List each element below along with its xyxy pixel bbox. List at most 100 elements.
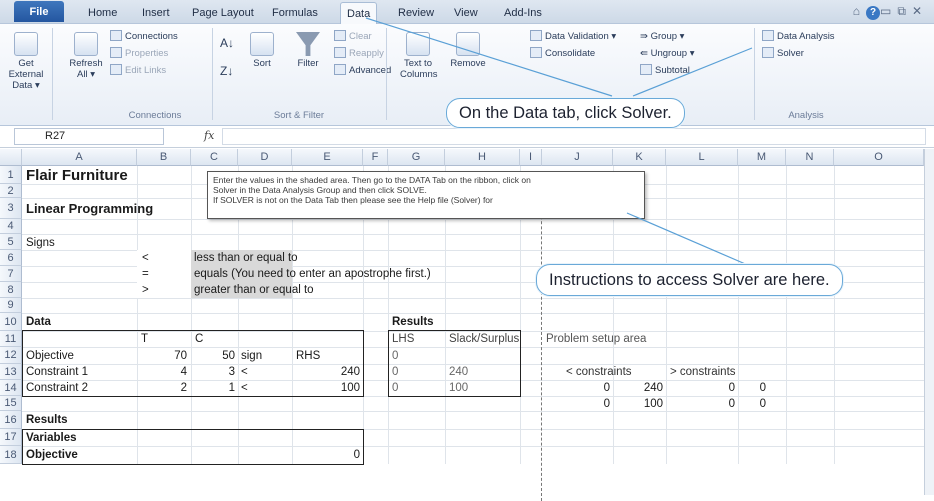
column-header[interactable]: H (445, 149, 520, 166)
signs-label[interactable]: Signs (26, 235, 55, 251)
row-header[interactable]: 16 (0, 411, 22, 429)
setup-m13[interactable]: 0 (738, 380, 766, 396)
insert-function-icon[interactable]: fx (204, 129, 214, 142)
header-t[interactable]: T (141, 331, 148, 347)
column-header[interactable]: L (666, 149, 738, 166)
column-header[interactable]: N (786, 149, 834, 166)
results-header[interactable]: Results (392, 314, 434, 330)
tab-review[interactable]: Review (392, 2, 440, 24)
row-header[interactable]: 8 (0, 282, 22, 298)
column-header[interactable]: F (363, 149, 388, 166)
column-header[interactable]: K (613, 149, 666, 166)
connections-button[interactable]: Connections (110, 30, 178, 44)
properties-button[interactable]: Properties (110, 47, 168, 61)
tab-page-layout[interactable]: Page Layout (186, 2, 260, 24)
tab-home[interactable]: Home (82, 2, 123, 24)
sign-eq-description[interactable]: equals (You need to enter an apostrophe … (194, 266, 431, 282)
row-header[interactable]: 9 (0, 298, 22, 313)
data-label[interactable]: Data (26, 314, 51, 330)
solver-button[interactable]: Solver (762, 47, 804, 61)
clear-button[interactable]: Clear (334, 30, 372, 44)
sort-a-z-icon[interactable]: A↓ (220, 36, 234, 50)
tab-file[interactable]: File (14, 1, 64, 22)
column-header[interactable]: I (520, 149, 542, 166)
sign-gt-description[interactable]: greater than or equal to (194, 282, 314, 298)
data-analysis-button[interactable]: Data Analysis (762, 30, 835, 44)
column-header[interactable]: E (292, 149, 363, 166)
column-header[interactable]: M (738, 149, 786, 166)
row-header[interactable]: 2 (0, 184, 22, 198)
row-header[interactable]: 1 (0, 166, 22, 184)
objective-result-label[interactable]: Objective (26, 447, 78, 463)
setup-j13[interactable]: 0 (542, 380, 610, 396)
setup-k14[interactable]: 100 (613, 396, 663, 412)
column-header[interactable]: G (388, 149, 445, 166)
row-header[interactable]: 18 (0, 446, 22, 464)
setup-l14[interactable]: 0 (666, 396, 735, 412)
row-header[interactable]: 17 (0, 429, 22, 446)
results-label[interactable]: Results (26, 412, 68, 428)
slack-surplus-header[interactable]: Slack/Surplus (449, 331, 519, 347)
row-header[interactable]: 15 (0, 396, 22, 411)
column-header[interactable]: O (834, 149, 924, 166)
row-header[interactable]: 11 (0, 331, 22, 347)
row-header[interactable]: 7 (0, 266, 22, 282)
sign-lt-description[interactable]: less than or equal to (194, 250, 298, 266)
sign-gt[interactable]: > (142, 282, 149, 298)
slack-constraint-1[interactable]: 240 (449, 364, 468, 380)
consolidate-button[interactable]: Consolidate (530, 47, 595, 61)
name-box[interactable]: R27 (14, 128, 164, 145)
column-header[interactable]: D (238, 149, 292, 166)
filter-button[interactable]: Filter (292, 32, 324, 69)
get-external-data-button[interactable]: Get External Data ▾ (2, 32, 50, 91)
row-header[interactable]: 5 (0, 234, 22, 250)
lhs-constraint-2[interactable]: 0 (392, 380, 398, 396)
minimize-ribbon-icon[interactable]: ⌂ (853, 4, 866, 18)
header-c[interactable]: C (195, 331, 203, 347)
minimize-icon[interactable]: ▭ (880, 4, 897, 18)
constraint-1-sign[interactable]: < (241, 364, 248, 380)
constraint-2-label[interactable]: Constraint 2 (26, 380, 88, 396)
objective-c-value[interactable]: 50 (191, 348, 235, 364)
constraint-1-t[interactable]: 4 (137, 364, 187, 380)
row-header[interactable]: 14 (0, 380, 22, 396)
sign-column-header[interactable]: sign (241, 348, 262, 364)
constraint-1-c[interactable]: 3 (191, 364, 235, 380)
setup-j14[interactable]: 0 (542, 396, 610, 412)
slack-constraint-2[interactable]: 100 (449, 380, 468, 396)
objective-t-value[interactable]: 70 (137, 348, 187, 364)
row-header[interactable]: 13 (0, 364, 22, 380)
lhs-objective[interactable]: 0 (392, 348, 398, 364)
close-icon[interactable]: ✕ (912, 4, 928, 18)
text-to-columns-button[interactable]: Text to Columns (400, 32, 438, 80)
lhs-header[interactable]: LHS (392, 331, 414, 347)
ungroup-button[interactable]: ⇚ Ungroup ▾ (640, 47, 694, 61)
lhs-constraint-1[interactable]: 0 (392, 364, 398, 380)
objective-label[interactable]: Objective (26, 348, 74, 364)
objective-result-value[interactable]: 0 (292, 447, 360, 463)
vertical-scrollbar[interactable] (924, 149, 934, 495)
constraint-1-label[interactable]: Constraint 1 (26, 364, 88, 380)
setup-k13[interactable]: 240 (613, 380, 663, 396)
sort-button[interactable]: Sort (246, 32, 278, 69)
sign-eq[interactable]: = (142, 266, 149, 282)
tab-view[interactable]: View (448, 2, 484, 24)
help-icon[interactable]: ? (866, 6, 881, 20)
constraint-1-rhs[interactable]: 240 (292, 364, 360, 380)
problem-setup-label[interactable]: Problem setup area (546, 331, 646, 347)
tab-formulas[interactable]: Formulas (266, 2, 324, 24)
tab-data[interactable]: Data (340, 2, 378, 25)
group-button[interactable]: ⇛ Group ▾ (640, 30, 684, 44)
constraint-2-t[interactable]: 2 (137, 380, 187, 396)
sort-z-a-icon[interactable]: Z↓ (220, 64, 233, 78)
constraint-2-sign[interactable]: < (241, 380, 248, 396)
formula-input[interactable] (222, 128, 926, 145)
tab-insert[interactable]: Insert (136, 2, 176, 24)
column-header[interactable]: A (22, 149, 137, 166)
advanced-button[interactable]: Advanced (334, 64, 391, 78)
constraint-2-c[interactable]: 1 (191, 380, 235, 396)
row-header[interactable]: 3 (0, 198, 22, 219)
restore-icon[interactable]: ⧉ (897, 4, 912, 18)
sign-lt[interactable]: < (142, 250, 149, 266)
lt-constraints-header[interactable]: < constraints (566, 364, 632, 380)
